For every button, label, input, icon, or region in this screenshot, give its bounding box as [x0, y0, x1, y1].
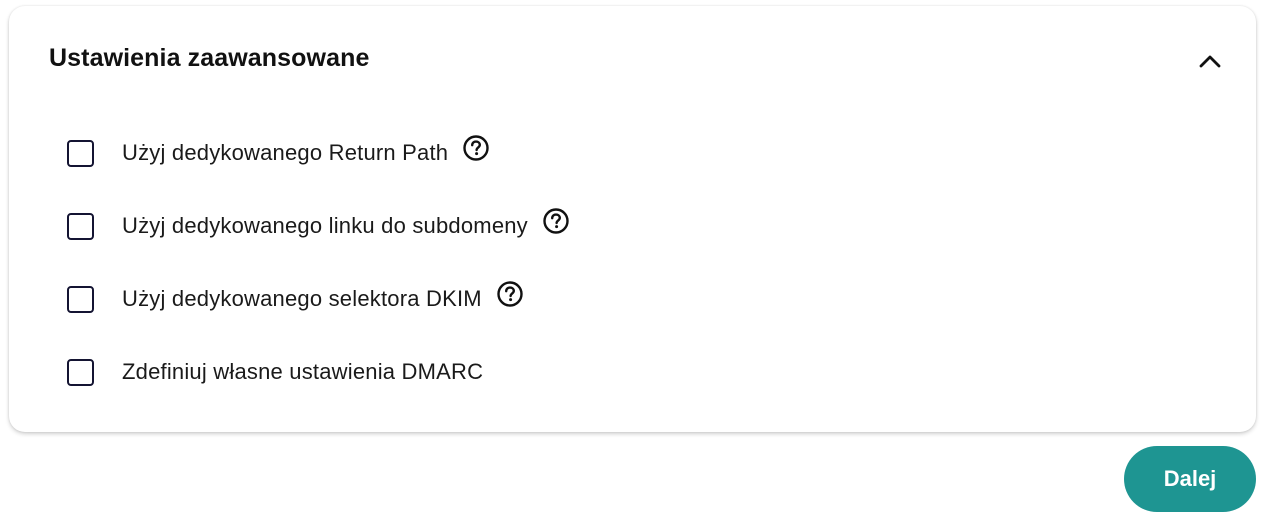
help-icon[interactable]: [542, 207, 570, 235]
option-dkim-selector[interactable]: Użyj dedykowanego selektora DKIM: [67, 281, 524, 314]
option-return-path[interactable]: Użyj dedykowanego Return Path: [67, 135, 490, 168]
option-label: Użyj dedykowanego Return Path: [122, 140, 449, 165]
option-subdomain-link[interactable]: Użyj dedykowanego linku do subdomeny: [67, 208, 570, 241]
option-label: Użyj dedykowanego selektora DKIM: [122, 286, 482, 311]
help-icon[interactable]: [496, 280, 524, 308]
option-label: Zdefiniuj własne ustawienia DMARC: [122, 359, 484, 384]
chevron-up-icon: [1199, 55, 1221, 68]
subdomain-link-checkbox[interactable]: [67, 212, 94, 240]
option-dmarc[interactable]: Zdefiniuj własne ustawienia DMARC: [67, 357, 483, 387]
return-path-checkbox[interactable]: [67, 139, 94, 167]
dmarc-checkbox[interactable]: [67, 358, 94, 386]
next-button[interactable]: Dalej: [1124, 446, 1256, 512]
advanced-settings-panel: Ustawienia zaawansowane Użyj dedykowaneg…: [9, 6, 1256, 432]
option-label: Użyj dedykowanego linku do subdomeny: [122, 213, 528, 238]
dkim-selector-checkbox[interactable]: [67, 285, 94, 313]
collapse-button[interactable]: [1195, 46, 1225, 76]
section-title: Ustawienia zaawansowane: [49, 44, 370, 72]
help-icon[interactable]: [462, 134, 490, 162]
